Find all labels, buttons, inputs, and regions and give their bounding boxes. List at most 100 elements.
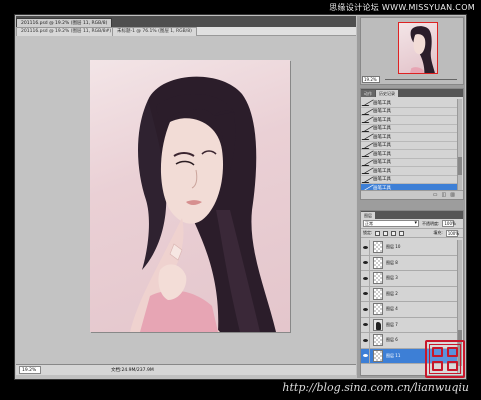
history-item-label: 画笔工具: [373, 109, 391, 115]
history-item[interactable]: 画笔工具: [361, 141, 457, 150]
portrait-illustration: [130, 76, 276, 332]
visibility-eye-icon[interactable]: [361, 255, 370, 270]
history-item[interactable]: 画笔工具: [361, 175, 457, 184]
history-list: 画笔工具 画笔工具 画笔工具 画笔工具 画笔工具 画笔工具 画笔工具 画笔工具 …: [361, 99, 457, 193]
new-snapshot-icon[interactable]: ◫: [442, 192, 447, 198]
blend-mode-select[interactable]: 正常: [363, 220, 419, 227]
visibility-eye-icon[interactable]: [361, 348, 370, 363]
document-tab-3[interactable]: 未标题-1 @ 76.1% (图层 1, RGB/8): [112, 27, 197, 36]
fill-field[interactable]: 100%: [445, 229, 459, 237]
history-item-label: 画笔工具: [373, 160, 391, 166]
navigator-zoom-field[interactable]: 19.2%: [362, 76, 380, 83]
history-item[interactable]: 画笔工具: [361, 107, 457, 116]
brush-icon: [361, 100, 374, 106]
document-tab-1[interactable]: 201116.psd @ 19.2% (图层 11, RGB/8): [16, 18, 113, 27]
visibility-eye-icon[interactable]: [361, 271, 370, 286]
history-item[interactable]: 画笔工具: [361, 99, 457, 108]
layer-thumbnail: [373, 241, 383, 254]
layer-thumbnail: [373, 287, 383, 300]
history-item[interactable]: 画笔工具: [361, 116, 457, 125]
artist-seal-stamp: [425, 340, 465, 378]
history-item[interactable]: 画笔工具: [361, 124, 457, 133]
layer-name: 图层 10: [386, 244, 401, 250]
brush-icon: [361, 151, 374, 157]
layer-row[interactable]: 图层 7: [361, 317, 457, 333]
seal-glyph-grid: [429, 344, 461, 374]
layer-row[interactable]: 图层 4: [361, 302, 457, 318]
lock-label: 锁定:: [363, 230, 373, 235]
canvas-workspace[interactable]: [16, 36, 356, 364]
layer-row[interactable]: 图层 10: [361, 240, 457, 256]
brush-icon: [361, 142, 374, 149]
tab-layers[interactable]: 图层: [361, 212, 375, 219]
visibility-eye-icon[interactable]: [361, 333, 370, 348]
document-tab-bar: 201116.psd @ 19.2% (图层 11, RGB/8): [16, 16, 356, 27]
layer-name: 图层 8: [386, 259, 398, 265]
document-info[interactable]: 文档:24.9M/237.9M: [47, 367, 154, 373]
history-item-label: 画笔工具: [373, 100, 391, 106]
history-item-label: 画笔工具: [373, 151, 391, 157]
layer-thumbnail: [373, 318, 383, 331]
lock-all-icon[interactable]: [399, 230, 405, 236]
navigator-preview: [409, 26, 435, 73]
document-subtab-bar: 201116.psd @ 19.2% (图层 11, RGB/8#) 未标题-1…: [16, 27, 356, 36]
history-scroll-thumb[interactable]: [458, 157, 462, 175]
layer-name: 图层 6: [386, 337, 398, 343]
layer-lock-row: 锁定: 填充: 100%: [361, 229, 463, 238]
blog-url-watermark: http://blog.sina.com.cn/lianwuqiu: [282, 381, 469, 394]
brush-icon: [361, 176, 374, 183]
history-scrollbar[interactable]: [457, 99, 462, 191]
layer-thumbnail: [373, 349, 383, 362]
layer-row[interactable]: 图层 8: [361, 255, 457, 271]
visibility-eye-icon[interactable]: [361, 286, 370, 301]
document-tab-2[interactable]: 201116.psd @ 19.2% (图层 11, RGB/8#): [16, 27, 117, 36]
layer-thumbnail: [373, 272, 383, 285]
fill-label: 填充:: [433, 230, 443, 235]
history-item-label: 画笔工具: [373, 177, 391, 183]
layer-options-row: 正常 不透明度: 100%: [361, 219, 463, 229]
navigator-zoom-slider[interactable]: [385, 79, 457, 80]
brush-icon: [361, 159, 374, 166]
painting-canvas[interactable]: [90, 60, 290, 332]
visibility-eye-icon[interactable]: [361, 302, 370, 317]
navigator-thumbnail[interactable]: [398, 22, 438, 74]
lock-pixels-icon[interactable]: [383, 230, 389, 236]
history-footer: ▭ ◫ ▥: [361, 190, 463, 199]
opacity-label: 不透明度:: [422, 220, 440, 226]
layers-panel-tabs: 图层: [361, 211, 463, 219]
delete-state-icon[interactable]: ▥: [450, 192, 455, 198]
history-item-label: 画笔工具: [373, 168, 391, 174]
history-item[interactable]: 画笔工具: [361, 158, 457, 167]
history-item-label: 画笔工具: [373, 143, 391, 149]
brush-icon: [361, 108, 374, 115]
tab-actions[interactable]: 动作: [361, 90, 375, 97]
layer-thumbnail: [373, 334, 383, 347]
navigator-panel: 19.2%: [360, 17, 464, 85]
layer-row[interactable]: 图层 3: [361, 271, 457, 287]
brush-icon: [361, 125, 374, 132]
layer-name: 图层 3: [386, 275, 398, 281]
layer-name: 图层 2: [386, 290, 398, 296]
visibility-eye-icon[interactable]: [361, 317, 370, 332]
new-document-from-state-icon[interactable]: ▭: [433, 192, 438, 198]
status-bar: 19.2% 文档:24.9M/237.9M: [16, 364, 356, 375]
history-item[interactable]: 画笔工具: [361, 167, 457, 176]
lock-position-icon[interactable]: [391, 230, 397, 236]
tab-history[interactable]: 历史记录: [376, 90, 398, 97]
zoom-field[interactable]: 19.2%: [19, 366, 41, 374]
layer-name: 图层 7: [386, 321, 398, 327]
history-item-label: 画笔工具: [373, 134, 391, 140]
visibility-eye-icon[interactable]: [361, 240, 370, 255]
history-panel: 动作 历史记录 画笔工具 画笔工具 画笔工具 画笔工具 画笔工具 画笔工具 画笔…: [360, 88, 464, 200]
lock-transparency-icon[interactable]: [375, 230, 381, 236]
site-watermark: 思缘设计论坛 WWW.MISSYUAN.COM: [329, 3, 475, 12]
layer-row[interactable]: 图层 2: [361, 286, 457, 302]
brush-icon: [361, 117, 374, 123]
layer-name: 图层 11: [386, 352, 401, 358]
layer-thumbnail: [373, 303, 383, 316]
history-item-label: 画笔工具: [373, 126, 391, 132]
opacity-field[interactable]: 100%: [442, 220, 456, 227]
history-item[interactable]: 画笔工具: [361, 133, 457, 142]
brush-icon: [361, 168, 374, 174]
history-item[interactable]: 画笔工具: [361, 150, 457, 159]
